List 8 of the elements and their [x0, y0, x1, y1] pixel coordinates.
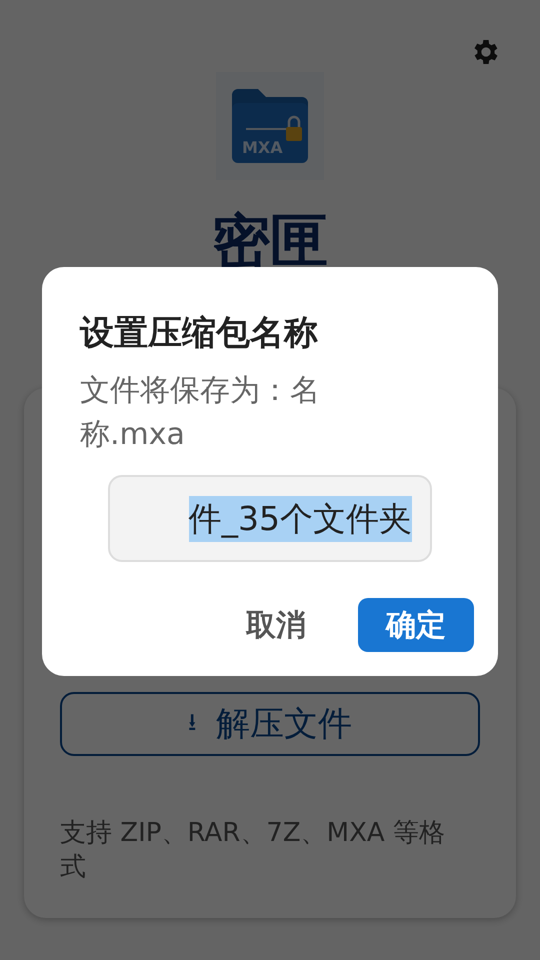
cancel-button[interactable]: 取消	[224, 598, 328, 652]
dialog-message: 文件将保存为：名称.mxa	[80, 372, 321, 454]
app-title: 密匣	[211, 206, 329, 276]
name-field[interactable]: 件_35个文件夹	[108, 475, 432, 562]
confirm-button[interactable]: 确定	[358, 598, 474, 652]
dialog-title: 设置压缩包名称	[80, 312, 319, 355]
compress-icon: ⭳	[188, 704, 196, 744]
support-note: 支持 ZIP、RAR、7Z、MXA 等格式	[60, 817, 446, 884]
